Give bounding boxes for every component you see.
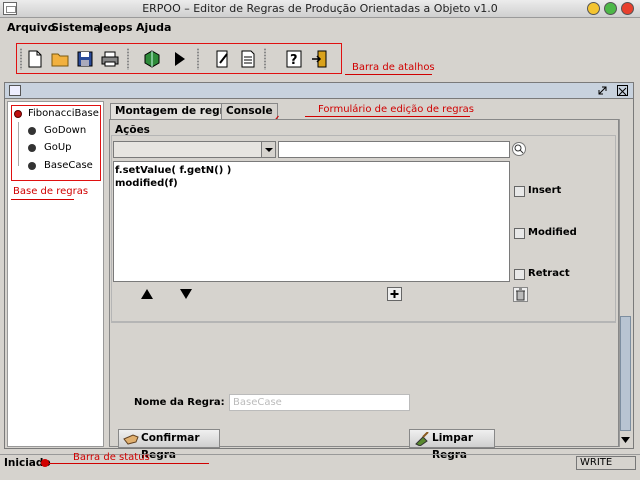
compile-icon[interactable] [142, 49, 162, 69]
toolbar-grip [20, 48, 22, 70]
toolbar: ? [16, 43, 342, 74]
help-icon[interactable]: ? [284, 49, 304, 69]
add-icon[interactable] [387, 287, 402, 301]
toolbar-separator [197, 48, 199, 70]
divider [111, 322, 616, 323]
write-mode-indicator: WRITE [576, 456, 636, 470]
code-line: modified(f) [115, 178, 178, 189]
clear-rule-button[interactable]: Limpar Regra [409, 429, 495, 461]
tree-annotation-line [11, 199, 74, 200]
toolbar-annotation: Barra de atalhos [352, 62, 435, 73]
trash-icon[interactable] [513, 287, 528, 302]
retract-checkbox[interactable] [514, 269, 525, 280]
exit-icon[interactable] [309, 49, 329, 69]
close-button[interactable] [621, 2, 634, 15]
tree-item-label: GoDown [44, 125, 87, 136]
status-annotation-dot [41, 459, 49, 467]
form-annotation: Formulário de edição de regras [318, 104, 475, 115]
scrollbar-thumb[interactable] [620, 316, 631, 431]
chevron-down-icon[interactable] [261, 142, 275, 157]
action-type-select[interactable] [113, 141, 276, 158]
menu-bar: Arquivo Sistema Jeops Ajuda [0, 18, 640, 38]
code-line: f.setValue( f.getN() ) [115, 165, 232, 176]
print-icon[interactable] [100, 49, 120, 69]
close-frame-icon[interactable] [617, 85, 628, 96]
modified-label: Modified [528, 227, 577, 238]
action-input[interactable] [278, 141, 510, 158]
rule-node-icon [28, 162, 36, 170]
rule-node-icon [28, 144, 36, 152]
edit-rule-icon[interactable] [213, 49, 233, 69]
tree-annotation: Base de regras [13, 186, 89, 197]
rule-name-label: Nome da Regra: [134, 397, 225, 408]
tree-root-label: FibonacciBase [28, 108, 99, 119]
rule-node-icon [28, 127, 36, 135]
scroll-down-icon[interactable] [621, 434, 630, 447]
tab-console[interactable]: Console [221, 103, 278, 120]
run-icon[interactable] [170, 49, 190, 69]
toolbar-separator [127, 48, 129, 70]
app-icon[interactable] [3, 2, 17, 15]
modified-checkbox[interactable] [514, 228, 525, 239]
rule-name-field[interactable]: BaseCase [229, 394, 410, 411]
rule-tree: FibonacciBase GoDown GoUp BaseCase Base … [7, 101, 104, 447]
tree-line [18, 122, 19, 166]
form-annotation-line [305, 116, 470, 117]
minimize-button[interactable] [587, 2, 600, 15]
toolbar-annotation-line [345, 74, 432, 75]
maximize-frame-icon[interactable] [597, 85, 608, 96]
window-title: ERPOO – Editor de Regras de Produção Ori… [142, 2, 498, 15]
document-icon[interactable] [238, 49, 258, 69]
retract-label: Retract [528, 268, 570, 279]
tree-item-label: GoUp [44, 142, 72, 153]
toolbar-separator [264, 48, 266, 70]
svg-text:?: ? [290, 53, 298, 68]
status-annotation: Barra de status [73, 452, 150, 463]
broom-icon [415, 432, 429, 446]
maximize-button[interactable] [604, 2, 617, 15]
hand-icon [123, 434, 139, 445]
status-annotation-line [49, 463, 209, 464]
internal-frame-titlebar [4, 82, 634, 99]
tree-item-label: BaseCase [44, 160, 93, 171]
search-icon[interactable] [512, 142, 526, 156]
root-node-icon [14, 110, 22, 118]
new-file-icon[interactable] [25, 49, 45, 69]
frame-icon[interactable] [9, 85, 21, 96]
menu-jeops[interactable]: Jeops [99, 21, 133, 34]
menu-sistema[interactable]: Sistema [51, 21, 101, 34]
menu-ajuda[interactable]: Ajuda [136, 21, 171, 34]
move-down-icon[interactable] [180, 289, 192, 302]
open-folder-icon[interactable] [50, 49, 70, 69]
insert-label: Insert [528, 185, 562, 196]
save-icon[interactable] [75, 49, 95, 69]
menu-arquivo[interactable]: Arquivo [7, 21, 55, 34]
move-up-icon[interactable] [141, 289, 153, 302]
confirm-rule-button[interactable]: Confirmar Regra [118, 429, 220, 461]
actions-code-area[interactable]: f.setValue( f.getN() ) modified(f) [113, 161, 510, 282]
title-bar: ERPOO – Editor de Regras de Produção Ori… [0, 0, 640, 18]
insert-checkbox[interactable] [514, 186, 525, 197]
